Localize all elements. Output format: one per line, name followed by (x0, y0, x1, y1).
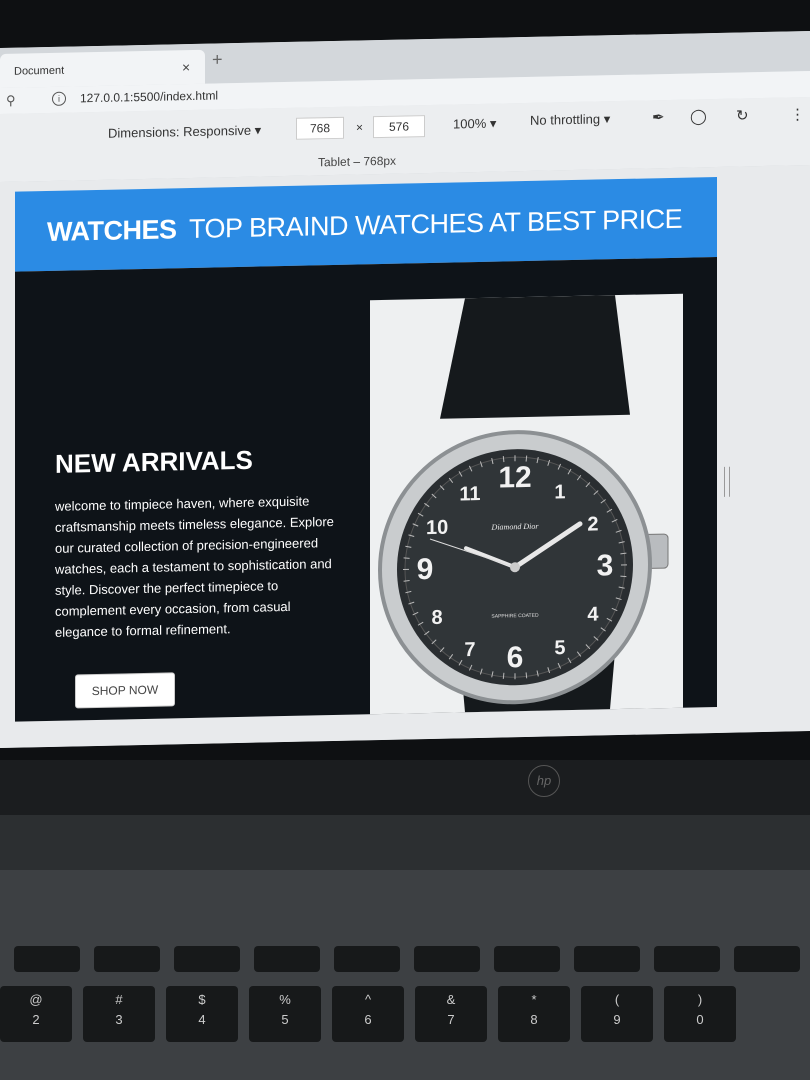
throttling-dropdown[interactable]: No throttling ▾ (530, 111, 610, 129)
key-symbol: ^ (364, 992, 372, 1007)
number-key[interactable]: #3 (83, 986, 155, 1042)
hero-text: NEW ARRIVALS welcome to timpiece haven, … (55, 443, 345, 643)
number-key[interactable]: ^ 6 (332, 986, 404, 1042)
number-key[interactable]: @2 (0, 986, 72, 1042)
key-digit: 2 (32, 1012, 40, 1027)
hp-logo: hp (528, 765, 560, 797)
key-digit: 6 (364, 1012, 372, 1027)
key-symbol: & (446, 992, 456, 1007)
dial-tick (525, 672, 528, 679)
key-digit: 4 (198, 1012, 206, 1027)
dial-tick (403, 557, 410, 559)
number-key[interactable]: & 7 (415, 986, 487, 1042)
key-symbol: $ (198, 992, 206, 1007)
key-digit: 8 (530, 1012, 538, 1027)
function-key[interactable] (414, 946, 480, 972)
sensor-icon[interactable]: ◯ (690, 107, 707, 125)
hero-section: NEW ARRIVALS welcome to timpiece haven, … (15, 256, 717, 722)
number-key[interactable]: % 5 (249, 986, 321, 1042)
watch-subtext: SAPPHIRE COATED (491, 613, 539, 620)
key-symbol: @ (29, 992, 43, 1007)
number-key[interactable]: * 8 (498, 986, 570, 1042)
zoom-dropdown[interactable]: 100% ▾ (453, 116, 496, 133)
function-key[interactable] (654, 946, 720, 972)
key-symbol: ( (614, 992, 620, 1007)
function-key[interactable] (14, 946, 80, 972)
hero-title: NEW ARRIVALS (55, 444, 253, 479)
close-icon[interactable]: × (182, 59, 190, 75)
height-input[interactable]: 576 (373, 115, 425, 139)
site-tagline: TOP BRAIND WATCHES AT BEST PRICE (189, 203, 683, 245)
info-icon[interactable]: i (52, 91, 66, 106)
key-digit: 0 (696, 1012, 704, 1027)
key-digit: 5 (281, 1012, 289, 1027)
function-key[interactable] (334, 946, 400, 972)
hero-description: welcome to timpiece haven, where exquisi… (55, 493, 334, 640)
watch-brand: Diamond Dior (491, 522, 540, 532)
dial-number: 2 (587, 513, 598, 535)
number-key[interactable]: $4 (166, 986, 238, 1042)
tab-document[interactable]: Document × (0, 49, 205, 88)
url-text[interactable]: 127.0.0.1:5500/index.html (80, 88, 218, 105)
function-key[interactable] (574, 946, 640, 972)
dial-number: 7 (464, 639, 475, 661)
watch-illustration: 12 12 3 45 6 78 9 10 11 Diamond Dior SAPPHIRE CO… (378, 295, 669, 713)
number-key[interactable]: (9 (581, 986, 653, 1042)
width-input[interactable]: 768 (296, 116, 344, 140)
number-key-row: @2 #3 $4% 5 ^ 6 & 7 * 8(9) 0 (0, 986, 810, 1042)
shop-now-button[interactable]: SHOP NOW (75, 672, 175, 709)
dial-number: 1 (554, 481, 565, 503)
site-header: WATCHES TOP BRAIND WATCHES AT BEST PRICE (15, 176, 717, 272)
key-symbol: ) (697, 992, 703, 1007)
tab-title: Document (14, 64, 65, 78)
device-preset-label[interactable]: Tablet – 768px (318, 154, 396, 170)
key-symbol: # (115, 992, 123, 1007)
web-page: WATCHES TOP BRAIND WATCHES AT BEST PRICE… (15, 176, 717, 722)
laptop-hinge (0, 815, 810, 870)
dial-number: 11 (459, 483, 480, 505)
new-tab-icon[interactable]: + (212, 49, 223, 70)
dial-number: 4 (587, 603, 599, 625)
page-viewport: WATCHES TOP BRAIND WATCHES AT BEST PRICE… (0, 165, 810, 749)
dial-tick (525, 455, 528, 462)
more-options-icon[interactable]: ⋮ (790, 105, 805, 123)
times-symbol: × (356, 120, 364, 135)
function-key[interactable] (174, 946, 240, 972)
number-key[interactable]: ) 0 (664, 986, 736, 1042)
eyedropper-icon[interactable]: ✒ (652, 108, 665, 126)
key-symbol: % (279, 992, 291, 1007)
function-key[interactable] (254, 946, 320, 972)
dial-number: 6 (507, 641, 524, 674)
key-digit: 7 (447, 1012, 455, 1027)
rotate-icon[interactable]: ↻ (736, 106, 749, 124)
dial-tick (502, 672, 505, 679)
dial-number: 3 (597, 549, 614, 582)
dial-number: 5 (554, 637, 565, 659)
key-digit: 9 (613, 1012, 621, 1027)
browser-window: Document × + ⚲ i 127.0.0.1:5500/index.ht… (0, 31, 810, 749)
resize-handle[interactable] (724, 466, 730, 497)
key-digit: 3 (115, 1012, 123, 1027)
search-icon[interactable]: ⚲ (6, 93, 16, 109)
key-symbol: * (531, 992, 537, 1007)
function-key[interactable] (494, 946, 560, 972)
dimensions-dropdown[interactable]: Dimensions: Responsive ▾ (108, 123, 261, 142)
dial-number: 9 (417, 553, 434, 586)
function-key-row (0, 946, 810, 990)
function-key[interactable] (94, 946, 160, 972)
function-key[interactable] (734, 946, 800, 972)
dial-number: 12 (498, 461, 531, 495)
watch-image: 12 1 2 3 4 5 6 7 8 9 10 11 Diamond Dior SAPPHIRE CO… (370, 293, 683, 715)
dial-number: 8 (432, 607, 443, 629)
laptop-keyboard-deck: @2 #3 $4% 5 ^ 6 & 7 * 8(9) 0 (0, 870, 810, 1080)
dial-tick (502, 455, 505, 463)
site-logo-text: WATCHES (47, 214, 177, 248)
dial-number: 10 (426, 517, 448, 539)
dial-tick (620, 575, 627, 578)
